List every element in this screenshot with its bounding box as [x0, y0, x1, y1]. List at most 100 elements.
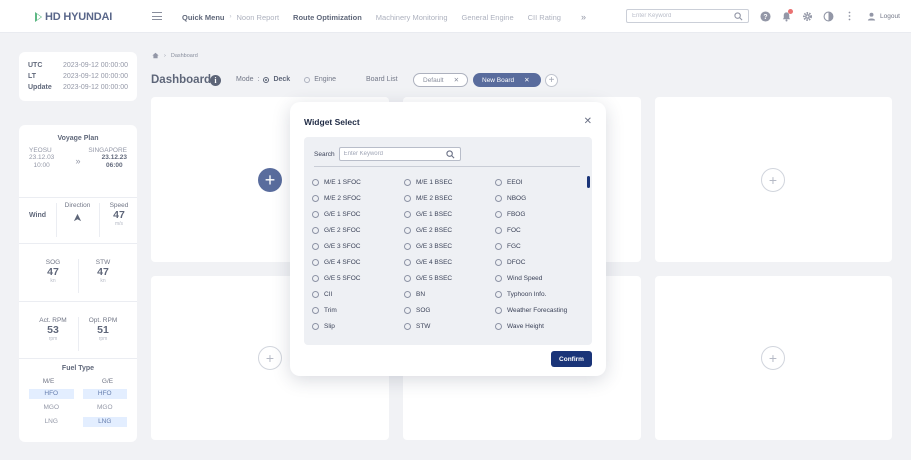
- widget-option[interactable]: G/E 2 BSEC: [404, 222, 495, 238]
- widget-option[interactable]: G/E 1 SFOC: [312, 206, 404, 222]
- widget-search-label: Search: [314, 150, 335, 158]
- widget-option-radio[interactable]: [495, 323, 502, 331]
- widget-option-radio[interactable]: [495, 259, 502, 267]
- widget-option-radio[interactable]: [404, 178, 411, 186]
- widget-option[interactable]: FGC: [495, 238, 585, 254]
- widget-option-radio[interactable]: [312, 226, 319, 234]
- widget-option-radio[interactable]: [404, 194, 411, 202]
- widget-option[interactable]: G/E 4 SFOC: [312, 254, 404, 270]
- widget-option-label: G/E 2 BSEC: [416, 226, 453, 234]
- widget-option[interactable]: Weather Forecasting: [495, 303, 585, 319]
- widget-option-radio[interactable]: [495, 178, 502, 186]
- widget-option-radio[interactable]: [312, 291, 319, 299]
- widget-option[interactable]: G/E 5 BSEC: [404, 271, 495, 287]
- widget-option-label: Slip: [324, 323, 335, 331]
- widget-option-label: G/E 3 BSEC: [416, 242, 453, 250]
- widget-option[interactable]: G/E 1 BSEC: [404, 206, 495, 222]
- widget-option-label: Wave Height: [507, 323, 544, 331]
- widget-option-label: G/E 2 SFOC: [324, 226, 361, 234]
- widget-option-radio[interactable]: [404, 291, 411, 299]
- widget-option[interactable]: BN: [404, 287, 495, 303]
- widget-option[interactable]: G/E 2 SFOC: [312, 222, 404, 238]
- scrollbar-thumb[interactable]: [587, 176, 590, 188]
- widget-option-label: SOG: [416, 307, 431, 315]
- widget-option-label: M/E 2 BSEC: [416, 194, 453, 202]
- widget-option[interactable]: STW: [404, 319, 495, 335]
- widget-option-label: M/E 1 SFOC: [324, 178, 361, 186]
- widget-option[interactable]: NBOG: [495, 190, 585, 206]
- widget-option-radio[interactable]: [312, 259, 319, 267]
- widget-option[interactable]: SOG: [404, 303, 495, 319]
- widget-option-label: G/E 1 SFOC: [324, 210, 361, 218]
- widget-option[interactable]: M/E 2 BSEC: [404, 190, 495, 206]
- widget-select-modal: Widget Select ✕ Search M/E 1 SFOC M/E 1 B…: [290, 102, 606, 376]
- widget-option-label: NBOG: [507, 194, 527, 202]
- widget-option-radio[interactable]: [404, 259, 411, 267]
- widget-option-label: FOC: [507, 226, 521, 234]
- modal-title: Widget Select: [304, 117, 360, 127]
- widget-option-label: STW: [416, 323, 431, 331]
- widget-option-radio[interactable]: [495, 226, 502, 234]
- widget-option-label: FGC: [507, 242, 521, 250]
- widget-search-input[interactable]: [339, 148, 440, 160]
- widget-option-label: G/E 4 BSEC: [416, 259, 453, 267]
- widget-option-label: M/E 2 SFOC: [324, 194, 361, 202]
- widget-option[interactable]: G/E 3 BSEC: [404, 238, 495, 254]
- widget-option-radio[interactable]: [312, 178, 319, 186]
- widget-option-label: EEOI: [507, 178, 523, 186]
- divider: [314, 166, 580, 167]
- widget-option-radio[interactable]: [312, 275, 319, 283]
- widget-option[interactable]: FOC: [495, 222, 585, 238]
- widget-option[interactable]: M/E 1 BSEC: [404, 174, 495, 190]
- widget-option-radio[interactable]: [495, 210, 502, 218]
- widget-option-label: Trim: [324, 307, 337, 315]
- widget-search-box: [338, 147, 461, 161]
- widget-option[interactable]: DFOC: [495, 254, 585, 270]
- widget-option[interactable]: EEOI: [495, 174, 585, 190]
- widget-option-label: Weather Forecasting: [507, 307, 568, 315]
- confirm-button[interactable]: Confirm: [551, 351, 592, 367]
- widget-option-radio[interactable]: [404, 275, 411, 283]
- widget-option-radio[interactable]: [312, 323, 319, 331]
- widget-option-label: G/E 5 SFOC: [324, 275, 361, 283]
- widget-option-label: DFOC: [507, 259, 526, 267]
- widget-option[interactable]: Trim: [312, 303, 404, 319]
- widget-option-label: G/E 5 BSEC: [416, 275, 453, 283]
- widget-option[interactable]: FBOG: [495, 206, 585, 222]
- widget-option-radio[interactable]: [312, 307, 319, 315]
- widget-option-radio[interactable]: [312, 194, 319, 202]
- widget-option-radio[interactable]: [495, 291, 502, 299]
- widget-option-radio[interactable]: [495, 275, 502, 283]
- close-icon[interactable]: ✕: [584, 116, 592, 127]
- widget-option-list: M/E 1 SFOC M/E 1 BSEC EEOI M/E 2 SFOC M/E 2 …: [312, 174, 585, 335]
- widget-option[interactable]: Typhoon Info.: [495, 287, 585, 303]
- widget-option-radio[interactable]: [404, 242, 411, 250]
- widget-option-radio[interactable]: [495, 194, 502, 202]
- widget-option-radio[interactable]: [495, 307, 502, 315]
- widget-option[interactable]: M/E 1 SFOC: [312, 174, 404, 190]
- widget-option[interactable]: CII: [312, 287, 404, 303]
- widget-option[interactable]: Wave Height: [495, 319, 585, 335]
- search-icon[interactable]: [445, 150, 455, 159]
- widget-option-label: BN: [416, 291, 426, 299]
- widget-option-radio[interactable]: [312, 242, 319, 250]
- widget-option-radio[interactable]: [495, 242, 502, 250]
- widget-option[interactable]: M/E 2 SFOC: [312, 190, 404, 206]
- widget-option-radio[interactable]: [404, 226, 411, 234]
- widget-option-label: M/E 1 BSEC: [416, 178, 453, 186]
- widget-option-label: G/E 4 SFOC: [324, 259, 361, 267]
- widget-option-radio[interactable]: [404, 307, 411, 315]
- widget-option[interactable]: Slip: [312, 319, 404, 335]
- widget-option-label: G/E 1 BSEC: [416, 210, 453, 218]
- widget-option[interactable]: G/E 4 BSEC: [404, 254, 495, 270]
- widget-option-radio[interactable]: [404, 323, 411, 331]
- widget-option-label: G/E 3 SFOC: [324, 242, 361, 250]
- modal-body: Search M/E 1 SFOC M/E 1 BSEC EEOI M/E 2 SFO…: [304, 137, 592, 345]
- widget-option[interactable]: Wind Speed: [495, 271, 585, 287]
- widget-option-radio[interactable]: [312, 210, 319, 218]
- widget-option-radio[interactable]: [404, 210, 411, 218]
- widget-option[interactable]: G/E 3 SFOC: [312, 238, 404, 254]
- widget-option-label: Typhoon Info.: [507, 291, 547, 299]
- widget-option[interactable]: G/E 5 SFOC: [312, 271, 404, 287]
- widget-option-label: Wind Speed: [507, 275, 543, 283]
